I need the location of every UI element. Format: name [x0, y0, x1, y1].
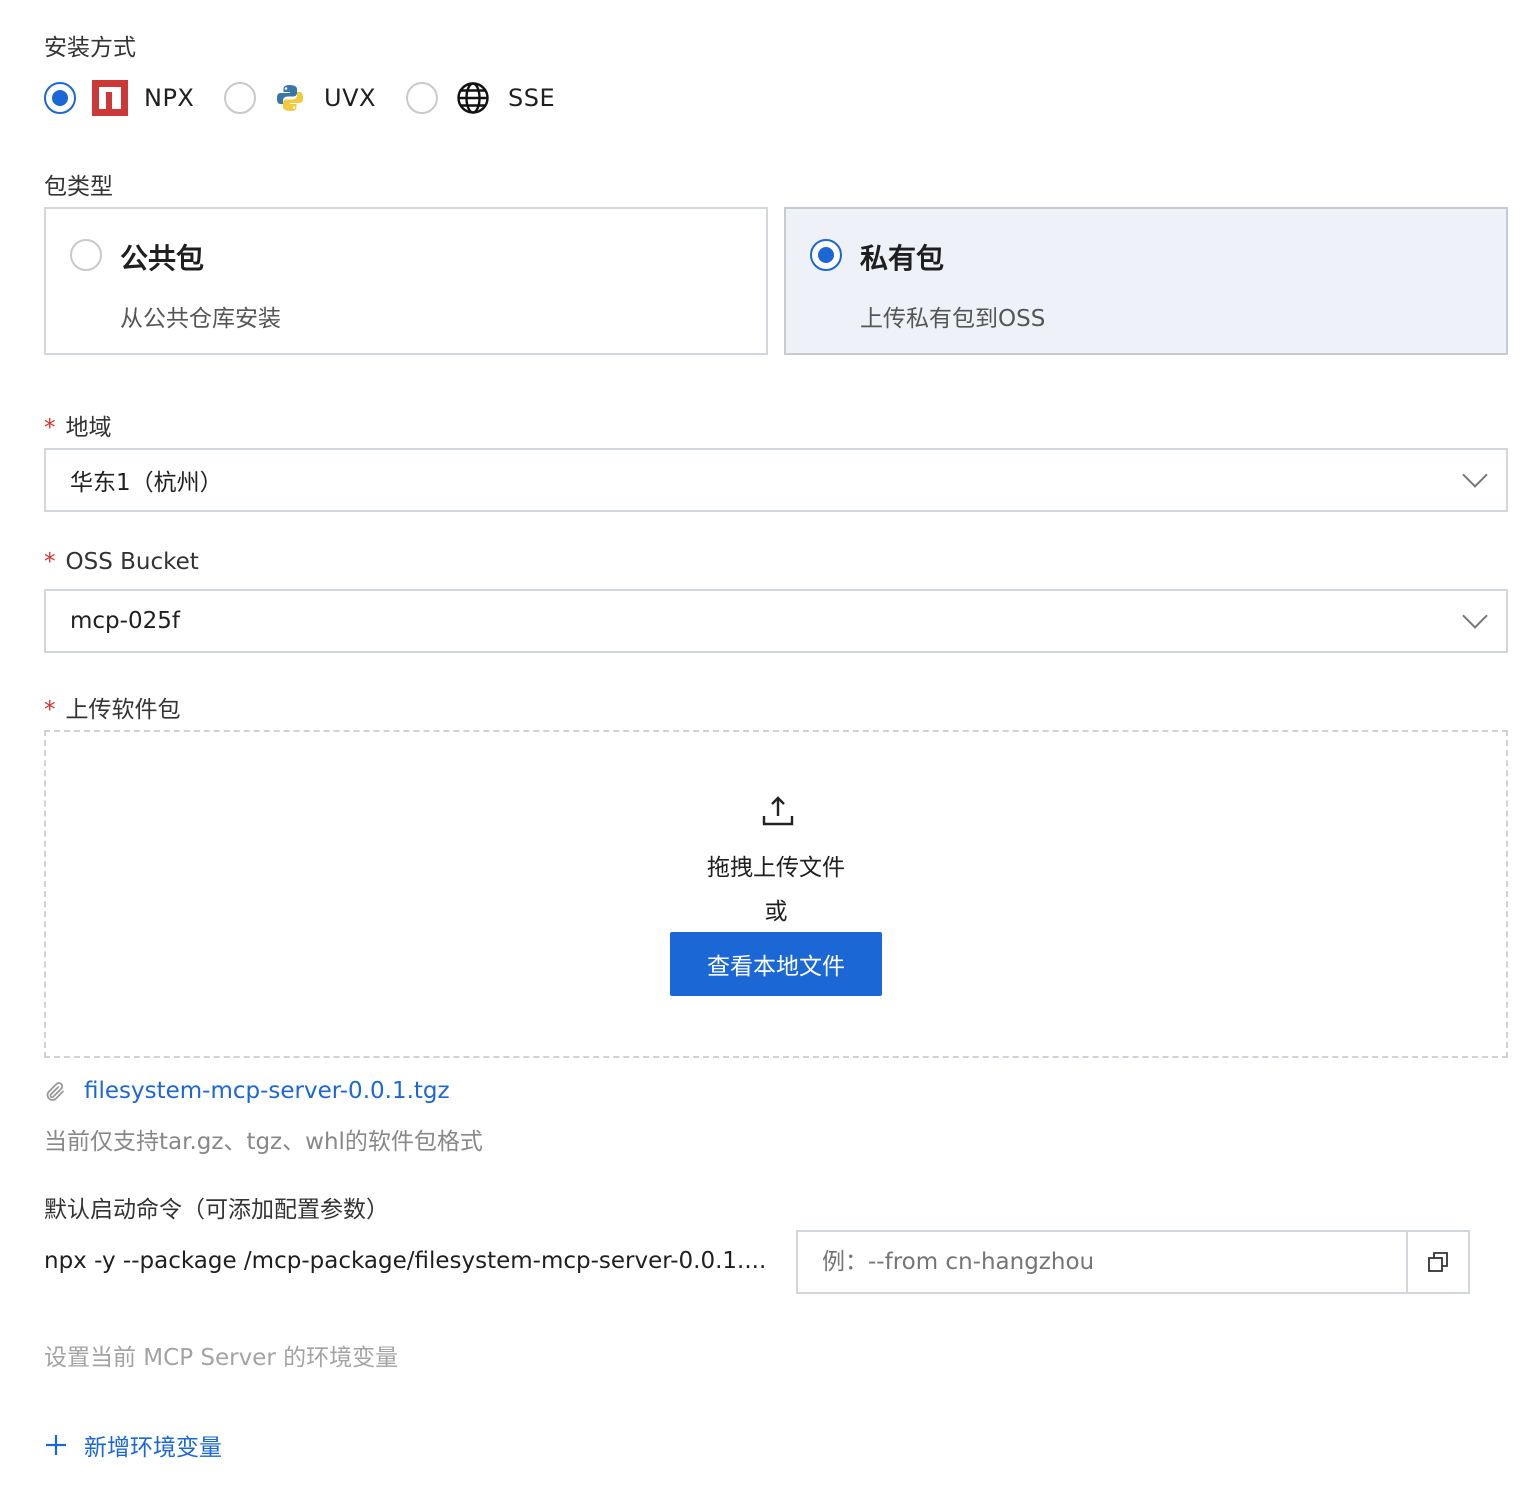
install-option-uvx[interactable]: UVX: [224, 80, 376, 116]
drag-upload-text: 拖拽上传文件: [707, 855, 845, 881]
region-label-text: 地域: [65, 415, 112, 441]
private-package-radio[interactable]: [810, 239, 842, 271]
command-label: 默认启动命令（可添加配置参数）: [44, 1197, 389, 1223]
or-text: 或: [764, 899, 788, 925]
python-icon: [274, 82, 306, 114]
browse-local-file-button[interactable]: 查看本地文件: [670, 932, 882, 996]
command-args-input[interactable]: [798, 1232, 1406, 1292]
install-option-npx[interactable]: NPX: [44, 80, 194, 116]
npm-icon: [92, 80, 128, 116]
paperclip-icon: [44, 1080, 68, 1104]
upload-icon: [761, 794, 795, 828]
region-label: * 地域: [44, 408, 112, 442]
upload-format-hint: 当前仅支持tar.gz、tgz、whl的软件包格式: [44, 1129, 483, 1155]
install-option-sse[interactable]: SSE: [406, 80, 555, 116]
copy-button[interactable]: [1406, 1232, 1468, 1292]
uploaded-file-link[interactable]: filesystem-mcp-server-0.0.1.tgz: [84, 1078, 450, 1104]
add-env-var-button[interactable]: 新增环境变量: [44, 1428, 222, 1462]
bucket-label-text: OSS Bucket: [65, 549, 199, 575]
required-mark: *: [44, 697, 56, 723]
upload-dropzone[interactable]: 拖拽上传文件 或 查看本地文件: [44, 730, 1508, 1058]
sse-label: SSE: [508, 84, 556, 112]
public-package-title: 公共包: [120, 242, 205, 275]
command-value: npx -y --package /mcp-package/filesystem…: [44, 1248, 767, 1274]
private-package-desc: 上传私有包到OSS: [860, 306, 1046, 332]
install-method-label: 安装方式: [44, 35, 136, 61]
private-package-title: 私有包: [860, 242, 945, 275]
private-package-card[interactable]: 私有包 上传私有包到OSS: [784, 207, 1508, 355]
package-type-label: 包类型: [44, 174, 113, 200]
chevron-down-icon: [1462, 462, 1488, 488]
uvx-radio[interactable]: [224, 82, 256, 114]
bucket-select[interactable]: mcp-025f: [44, 589, 1508, 653]
bucket-value: mcp-025f: [70, 608, 180, 634]
region-select[interactable]: 华东1（杭州）: [44, 448, 1508, 512]
public-package-radio[interactable]: [70, 239, 102, 271]
public-package-card[interactable]: 公共包 从公共仓库安装: [44, 207, 768, 355]
upload-label: * 上传软件包: [44, 690, 181, 724]
env-hint: 设置当前 MCP Server 的环境变量: [44, 1345, 399, 1371]
npx-label: NPX: [144, 84, 195, 112]
uvx-label: UVX: [324, 84, 376, 112]
copy-icon: [1427, 1251, 1449, 1273]
region-value: 华东1（杭州）: [70, 470, 223, 496]
required-mark: *: [44, 549, 56, 575]
plus-icon: [44, 1433, 68, 1457]
sse-radio[interactable]: [406, 82, 438, 114]
upload-label-text: 上传软件包: [65, 697, 181, 723]
globe-icon: [456, 81, 490, 115]
required-mark: *: [44, 415, 56, 441]
public-package-desc: 从公共仓库安装: [120, 306, 281, 332]
chevron-down-icon: [1462, 603, 1488, 629]
add-env-var-label: 新增环境变量: [84, 1435, 222, 1461]
bucket-label: * OSS Bucket: [44, 549, 199, 575]
npx-radio[interactable]: [44, 82, 76, 114]
command-args-field: [796, 1230, 1470, 1294]
